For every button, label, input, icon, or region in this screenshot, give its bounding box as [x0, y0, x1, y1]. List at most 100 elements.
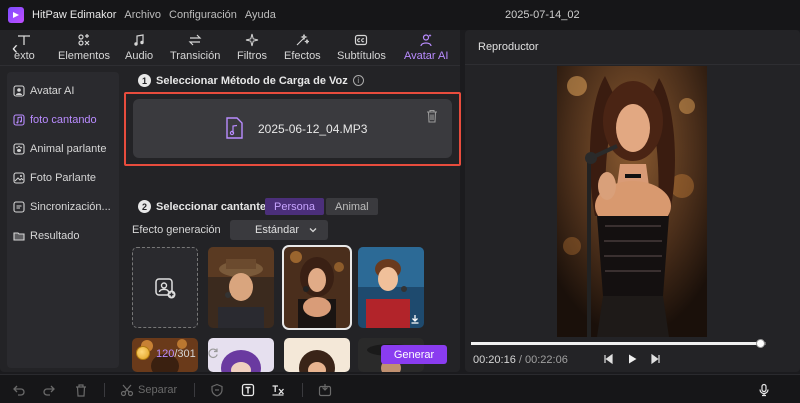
voice-upload-highlight: 2025-06-12_04.MP3	[124, 92, 461, 166]
app-window: HitPaw Edimakor Archivo Configuración Ay…	[0, 0, 800, 403]
chevron-down-icon	[308, 225, 318, 235]
singer-thumbnail[interactable]	[284, 338, 350, 372]
shield-icon[interactable]	[210, 382, 224, 398]
document-title: 2025-07-14_02	[505, 9, 580, 21]
sidebar-item-sincronizacion[interactable]: Sincronización...	[7, 192, 119, 221]
info-icon[interactable]: i	[352, 75, 364, 86]
step2-title: 2 Seleccionar cantante	[138, 200, 266, 213]
add-photo-button[interactable]	[132, 247, 198, 328]
add-user-icon	[153, 276, 177, 300]
current-time: 00:20:16	[473, 354, 516, 366]
next-frame-icon[interactable]	[650, 353, 662, 365]
subtitles-icon	[354, 33, 368, 47]
voice-upload-card[interactable]: 2025-06-12_04.MP3	[133, 99, 452, 158]
player-panel: Reproductor 00:20:16 / 00:22:06	[465, 30, 800, 372]
avatar-sidebar: Avatar AI foto cantando Animal parlante …	[7, 72, 119, 368]
text-icon	[17, 33, 31, 47]
tab-elementos[interactable]: Elementos	[58, 32, 110, 64]
music-icon	[132, 33, 146, 47]
step1-title-text: Seleccionar Método de Carga de Voz	[156, 74, 348, 87]
player-title: Reproductor	[478, 41, 539, 53]
sidebar-item-avatar-ai[interactable]: Avatar AI	[7, 76, 119, 105]
playback-progress-bar[interactable]	[471, 339, 766, 348]
step1-number: 1	[138, 74, 151, 87]
tab-subtitulos[interactable]: Subtítulos	[337, 32, 386, 64]
effect-value: Estándar	[255, 224, 300, 236]
text-adjust-icon[interactable]	[271, 382, 285, 398]
undo-icon[interactable]	[12, 382, 26, 398]
step2-title-text: Seleccionar cantante	[156, 200, 267, 213]
title-bar: HitPaw Edimakor Archivo Configuración Ay…	[0, 0, 800, 30]
toolbar-divider	[194, 383, 195, 397]
sync-icon	[13, 200, 25, 213]
sidebar-item-label: foto cantando	[30, 113, 97, 126]
effect-label: Efecto generación	[132, 224, 221, 236]
sidebar-item-label: Resultado	[30, 229, 80, 242]
singer-thumbnail[interactable]	[358, 247, 424, 328]
previous-frame-icon[interactable]	[602, 353, 614, 365]
add-to-timeline-icon[interactable]	[318, 382, 332, 398]
app-name: HitPaw Edimakor	[32, 9, 117, 21]
toolbar-divider	[302, 383, 303, 397]
sidebar-item-label: Animal parlante	[30, 142, 107, 155]
tab-audio[interactable]: Audio	[125, 32, 153, 64]
menu-configuracion[interactable]: Configuración	[169, 9, 237, 21]
tab-label: Efectos	[284, 50, 321, 62]
tab-transicion[interactable]: Transición	[170, 32, 220, 64]
sidebar-item-label: Sincronización...	[30, 200, 111, 213]
avatar-icon	[419, 33, 433, 47]
split-button[interactable]: Separar	[120, 382, 177, 398]
tab-label: exto	[14, 50, 35, 62]
singer-thumbnail[interactable]	[208, 247, 274, 328]
audio-file-icon	[225, 117, 243, 139]
split-label: Separar	[138, 384, 178, 396]
trash-icon[interactable]	[426, 109, 438, 123]
tools-panel: ‹ exto Elementos Audio Transición Filtro…	[0, 30, 461, 372]
tab-label: Elementos	[58, 50, 110, 62]
sidebar-item-animal-parlante[interactable]: Animal parlante	[7, 134, 119, 163]
app-logo	[8, 7, 24, 23]
sparkle-icon	[245, 33, 259, 47]
download-icon[interactable]	[410, 314, 420, 324]
effect-select[interactable]: Estándar	[230, 220, 328, 240]
credits-used: 120	[156, 348, 175, 360]
sidebar-item-label: Avatar AI	[30, 84, 75, 97]
microphone-icon[interactable]	[757, 382, 771, 398]
divider	[465, 64, 800, 65]
refresh-icon[interactable]	[207, 347, 219, 359]
folder-icon	[13, 230, 25, 242]
avatar-icon	[13, 84, 25, 97]
menu-ayuda[interactable]: Ayuda	[245, 9, 276, 21]
video-preview[interactable]	[557, 66, 707, 337]
music-note-icon	[13, 113, 25, 126]
redo-icon[interactable]	[42, 382, 56, 398]
step2-number: 2	[138, 200, 151, 213]
singer-thumbnail-selected[interactable]	[282, 245, 352, 330]
bottom-toolbar: Separar	[0, 374, 800, 403]
generate-button[interactable]: Generar	[381, 345, 447, 364]
sidebar-item-resultado[interactable]: Resultado	[7, 221, 119, 250]
total-time: 00:22:06	[525, 354, 568, 366]
time-separator: /	[515, 354, 525, 366]
delete-icon[interactable]	[74, 382, 88, 398]
sidebar-item-foto-cantando[interactable]: foto cantando	[7, 105, 119, 134]
toolbar-divider	[104, 383, 105, 397]
play-icon[interactable]	[626, 353, 638, 365]
transition-icon	[188, 33, 202, 47]
tab-filtros[interactable]: Filtros	[237, 32, 267, 64]
animal-option-button[interactable]: Animal	[326, 198, 378, 215]
step1-title: 1 Seleccionar Método de Carga de Voz i	[138, 74, 364, 87]
persona-option-button[interactable]: Persona	[265, 198, 324, 215]
tab-texto[interactable]: exto	[14, 32, 35, 64]
menu-archivo[interactable]: Archivo	[124, 9, 161, 21]
text-tool-icon[interactable]	[241, 382, 255, 398]
time-display: 00:20:16 / 00:22:06	[473, 354, 568, 366]
tab-label: Audio	[125, 50, 154, 62]
tab-avatar-ai[interactable]: Avatar AI	[404, 32, 448, 64]
sidebar-item-foto-parlante[interactable]: Foto Parlante	[7, 163, 119, 192]
tab-label: Avatar AI	[404, 50, 449, 62]
credits-total: /301	[174, 348, 196, 360]
tab-efectos[interactable]: Efectos	[284, 32, 321, 64]
audio-file-name: 2025-06-12_04.MP3	[258, 122, 368, 136]
progress-handle[interactable]	[756, 339, 766, 348]
